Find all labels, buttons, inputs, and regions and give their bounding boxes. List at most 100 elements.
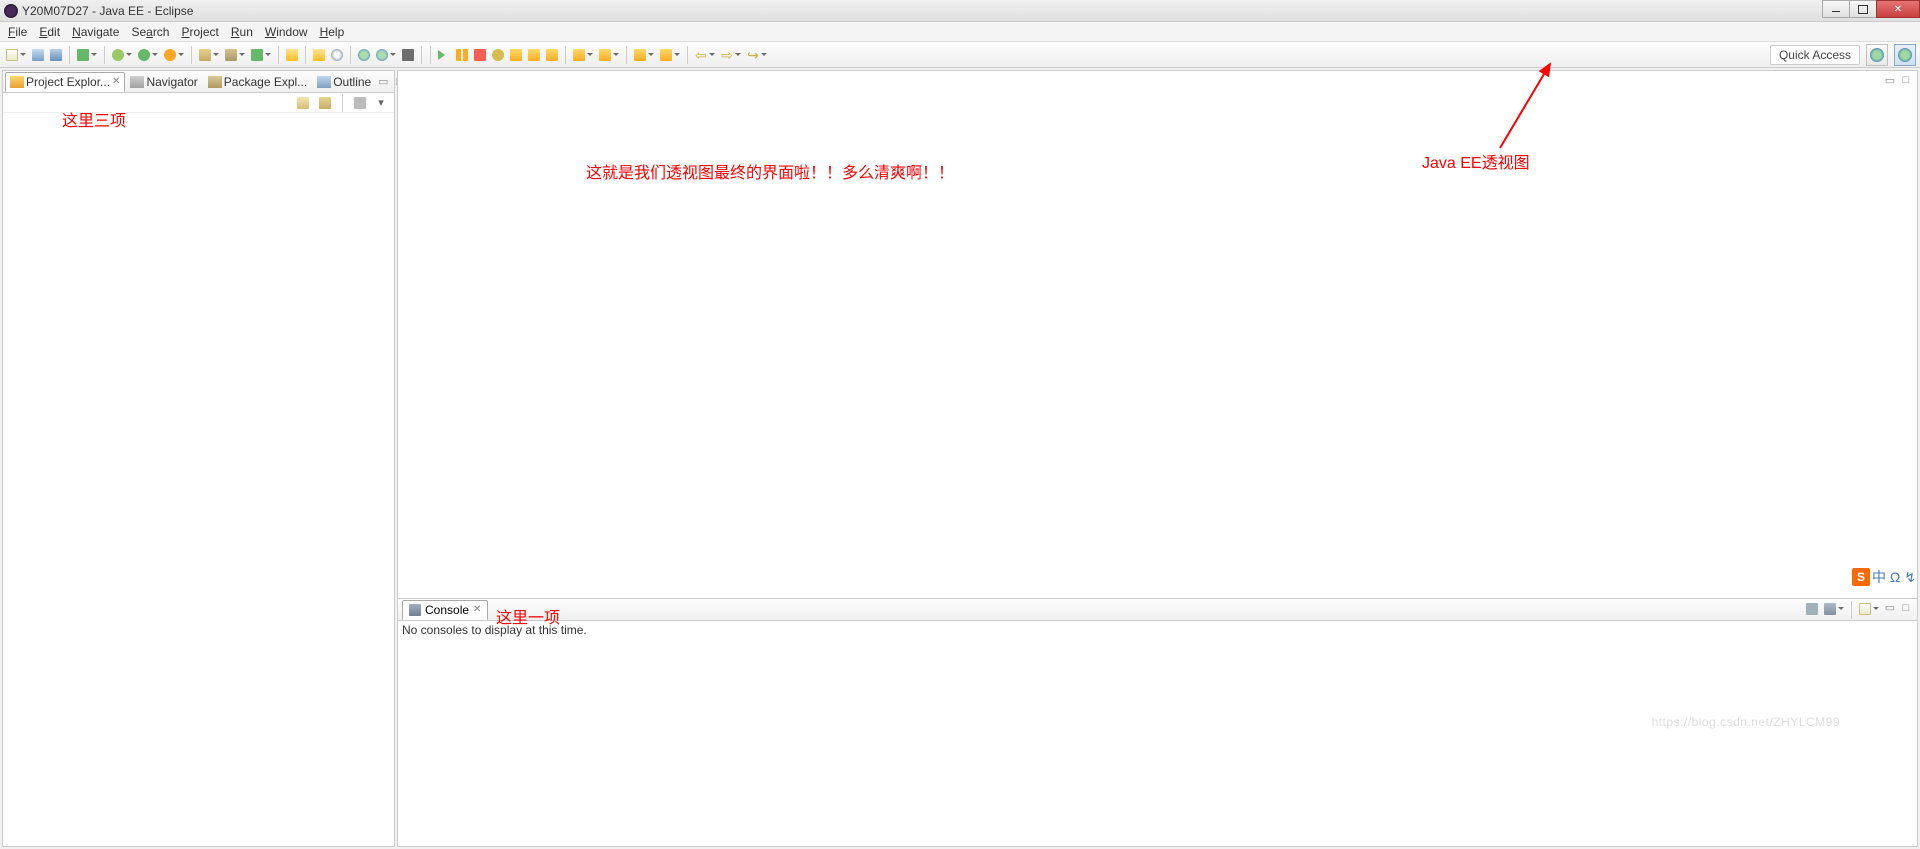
center-panel: ▭ □ Console ✕ ▭ □ — [397, 70, 1918, 847]
refresh-button[interactable] — [374, 47, 390, 63]
menu-project[interactable]: Project — [175, 23, 224, 41]
tab-label: Navigator — [146, 75, 197, 89]
ime-indicator: S 中 Ω ↯ — [1852, 567, 1916, 587]
console-body: No consoles to display at this time. — [398, 621, 1917, 846]
open-perspective-button[interactable] — [1866, 44, 1888, 66]
suspend-button[interactable] — [454, 47, 470, 63]
window-titlebar: Y20M07D27 - Java EE - Eclipse — [0, 0, 1920, 22]
terminate-button[interactable] — [472, 47, 488, 63]
window-controls — [1823, 0, 1920, 18]
javaee-perspective-button[interactable] — [1894, 44, 1916, 66]
prev-annotation-button[interactable] — [658, 47, 674, 63]
toolbar-separator — [191, 46, 192, 64]
tab-project-explorer[interactable]: Project Explor... ✕ — [5, 72, 125, 92]
display-console-button[interactable] — [1822, 601, 1838, 617]
back-button[interactable]: ⇦ — [693, 47, 709, 63]
tab-close-icon[interactable]: ✕ — [473, 604, 481, 615]
editor-area[interactable]: ▭ □ — [398, 71, 1917, 598]
menu-search[interactable]: Search — [125, 23, 175, 41]
tab-outline[interactable]: Outline — [312, 72, 376, 92]
tab-package-explorer[interactable]: Package Expl... — [203, 72, 312, 92]
new-class-button[interactable] — [249, 47, 265, 63]
editor-controls: ▭ □ — [1883, 73, 1913, 87]
console-maximize-button[interactable]: □ — [1899, 601, 1913, 615]
tab-close-icon[interactable]: ✕ — [112, 76, 120, 87]
navigator-icon — [130, 76, 144, 88]
new-button[interactable] — [4, 47, 20, 63]
step-over-button[interactable] — [526, 47, 542, 63]
menu-edit[interactable]: Edit — [33, 23, 66, 41]
debug-button[interactable] — [110, 47, 126, 63]
use-step-filters-button[interactable] — [597, 47, 613, 63]
toolbar-separator — [350, 46, 351, 64]
disconnect-button[interactable] — [490, 47, 506, 63]
last-edit-button[interactable]: ↪ — [745, 47, 761, 63]
resume-button[interactable] — [436, 47, 452, 63]
forward-button[interactable]: ⇨ — [719, 47, 735, 63]
open-console-button[interactable] — [1857, 601, 1873, 617]
new-server-button[interactable] — [197, 47, 213, 63]
focus-button[interactable] — [352, 95, 368, 111]
left-panel: Project Explor... ✕ Navigator Package Ex… — [2, 70, 395, 847]
minimize-view-button[interactable]: ▭ — [376, 75, 390, 89]
minimize-button[interactable] — [1822, 0, 1850, 18]
step-into-button[interactable] — [508, 47, 524, 63]
menu-help[interactable]: Help — [314, 23, 351, 41]
editor-minimize-button[interactable]: ▭ — [1883, 73, 1897, 87]
external-button[interactable] — [162, 47, 178, 63]
build-button[interactable] — [75, 47, 91, 63]
save-button[interactable] — [30, 47, 46, 63]
quick-access-field[interactable]: Quick Access — [1770, 45, 1860, 65]
toolbar-separator — [421, 46, 422, 64]
save-all-button[interactable] — [48, 47, 64, 63]
editor-maximize-button[interactable]: □ — [1899, 73, 1913, 87]
maximize-button[interactable] — [1849, 0, 1877, 18]
step-return-button[interactable] — [544, 47, 560, 63]
window-title: Y20M07D27 - Java EE - Eclipse — [22, 4, 193, 18]
watermark: https://blog.csdn.net/ZHYLCM99 — [1652, 715, 1840, 729]
main-toolbar: ⇦ ⇨ ↪ Quick Access — [0, 42, 1920, 68]
toolbar-separator — [687, 46, 688, 64]
menu-window[interactable]: Window — [259, 23, 314, 41]
collapse-all-button[interactable] — [295, 95, 311, 111]
toolbar-separator — [305, 46, 306, 64]
console-icon — [409, 604, 421, 616]
toolbar-separator — [69, 46, 70, 64]
new-package-button[interactable] — [223, 47, 239, 63]
menu-file[interactable]: File — [2, 23, 33, 41]
console-minimize-button[interactable]: ▭ — [1883, 601, 1897, 615]
console-toolbar: ▭ □ — [1804, 601, 1913, 619]
project-explorer-icon — [10, 76, 24, 88]
terminal-button[interactable] — [400, 47, 416, 63]
close-button[interactable] — [1876, 0, 1920, 18]
menu-bar: File Edit Navigate Search Project Run Wi… — [0, 22, 1920, 42]
ime-badge-icon[interactable]: S — [1852, 568, 1870, 586]
toolbar-separator — [626, 46, 627, 64]
pin-console-button[interactable] — [1804, 601, 1820, 617]
open-task-button[interactable] — [311, 47, 327, 63]
tab-console[interactable]: Console ✕ — [402, 600, 488, 620]
tab-label: Project Explor... — [26, 75, 110, 89]
drop-frame-button[interactable] — [571, 47, 587, 63]
menu-run[interactable]: Run — [225, 23, 259, 41]
outline-icon — [317, 76, 331, 88]
tab-navigator[interactable]: Navigator — [125, 72, 202, 92]
toolbar-separator — [342, 94, 343, 112]
browser-button[interactable] — [356, 47, 372, 63]
eclipse-icon — [4, 4, 18, 18]
package-explorer-icon — [208, 76, 222, 88]
project-explorer-body[interactable] — [3, 113, 394, 846]
project-explorer-toolbar: ▾ — [3, 93, 394, 113]
menu-navigate[interactable]: Navigate — [66, 23, 125, 41]
toolbar-separator — [104, 46, 105, 64]
left-view-tabs: Project Explor... ✕ Navigator Package Ex… — [3, 71, 394, 93]
toolbar-separator — [430, 46, 431, 64]
ime-status[interactable]: 中 Ω ↯ — [1872, 567, 1916, 587]
run-button[interactable] — [136, 47, 152, 63]
view-menu-button[interactable]: ▾ — [374, 96, 388, 110]
search-button[interactable] — [329, 47, 345, 63]
open-type-button[interactable] — [284, 47, 300, 63]
next-annotation-button[interactable] — [632, 47, 648, 63]
console-message: No consoles to display at this time. — [402, 623, 587, 637]
link-editor-button[interactable] — [317, 95, 333, 111]
